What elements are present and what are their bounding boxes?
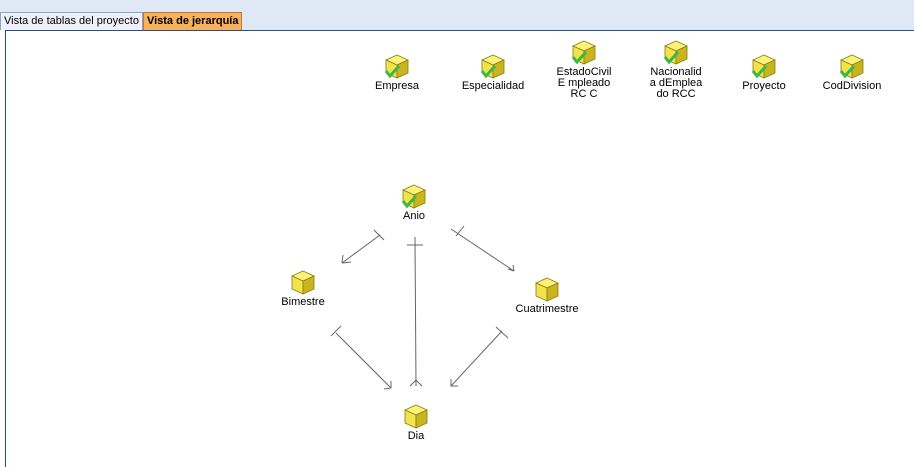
cube-check-icon bbox=[571, 40, 596, 65]
link-anio-cuatrimestre bbox=[450, 228, 515, 272]
table-label: CodDivision bbox=[822, 80, 882, 92]
node-anio[interactable]: Anio bbox=[374, 183, 454, 222]
node-bimestre[interactable]: Bimestre bbox=[263, 269, 343, 308]
link-bimestre-dia bbox=[335, 332, 392, 389]
table-label: Especialidad bbox=[461, 80, 525, 92]
cube-check-icon bbox=[751, 54, 776, 79]
node-label: Bimestre bbox=[281, 296, 325, 308]
cube-check-icon bbox=[401, 184, 426, 209]
node-label: Dia bbox=[407, 430, 425, 442]
table-proyecto[interactable]: Proyecto bbox=[724, 53, 804, 92]
table-label: EstadoCivilE mpleadoRC C bbox=[556, 66, 612, 100]
node-label: Cuatrimestre bbox=[515, 303, 579, 315]
node-dia[interactable]: Dia bbox=[376, 403, 456, 442]
cube-check-icon bbox=[663, 40, 688, 65]
link-bimestre-anio bbox=[341, 234, 381, 264]
table-especialidad[interactable]: Especialidad bbox=[453, 53, 533, 92]
tab-strip: Vista de tablas del proyecto Vista de je… bbox=[0, 12, 243, 30]
cube-check-icon bbox=[384, 54, 409, 79]
table-label: Empresa bbox=[374, 80, 420, 92]
table-nacionalidad[interactable]: Nacionalida dEmpleado RCC bbox=[636, 39, 716, 100]
node-cuatrimestre[interactable]: Cuatrimestre bbox=[507, 276, 587, 315]
cube-icon bbox=[535, 277, 559, 302]
tab-vista-jerarquia[interactable]: Vista de jerarquía bbox=[142, 12, 243, 30]
table-estadocivil[interactable]: EstadoCivilE mpleadoRC C bbox=[544, 39, 624, 100]
hierarchy-canvas[interactable]: Empresa Especialidad EstadoCivilE mplead… bbox=[5, 30, 914, 467]
table-label: Nacionalida dEmpleado RCC bbox=[649, 66, 703, 100]
table-coddivision[interactable]: CodDivision bbox=[812, 53, 892, 92]
cube-icon bbox=[404, 404, 428, 429]
link-anio-dia bbox=[414, 236, 417, 387]
table-empresa[interactable]: Empresa bbox=[357, 53, 437, 92]
tab-vista-tablas[interactable]: Vista de tablas del proyecto bbox=[0, 12, 143, 30]
link-cuatrimestre-dia bbox=[450, 330, 503, 387]
cube-check-icon bbox=[839, 54, 864, 79]
table-label: Proyecto bbox=[742, 80, 786, 92]
cube-check-icon bbox=[480, 54, 505, 79]
tab-bar: Vista de tablas del proyecto Vista de je… bbox=[0, 0, 914, 30]
cube-icon bbox=[291, 270, 315, 295]
hierarchy-links bbox=[330, 225, 515, 390]
node-label: Anio bbox=[402, 210, 426, 222]
